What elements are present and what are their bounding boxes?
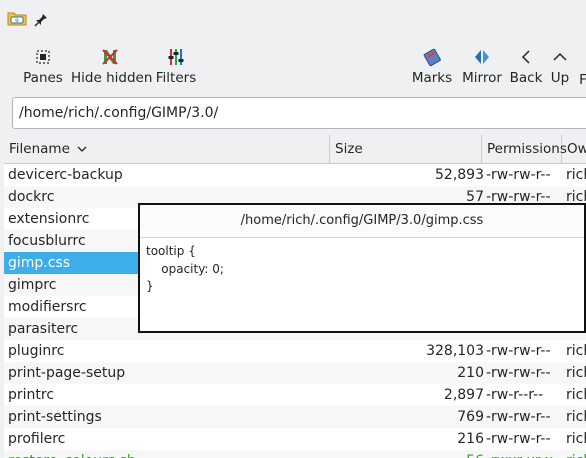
toolbar: Panes Hide hidden Filters Marks Mirror B… (0, 42, 586, 90)
table-row[interactable]: pluginrc 328,103 -rw-rw-r-- rich (4, 340, 586, 362)
file-permissions: -rw-rw-r-- (486, 365, 551, 381)
mirror-button[interactable]: Mirror (459, 42, 505, 88)
marks-label: Marks (411, 70, 453, 86)
file-name: parasiterc (8, 321, 79, 337)
column-header-owner-label: Ow (567, 141, 586, 157)
file-name: print-page-setup (8, 365, 126, 381)
up-button[interactable]: Up (547, 42, 573, 88)
back-button[interactable]: Back (509, 42, 543, 88)
file-permissions: -rw-r--r-- (486, 387, 544, 403)
file-preview-tooltip: /home/rich/.config/GIMP/3.0/gimp.css too… (138, 203, 586, 333)
mirror-label: Mirror (462, 70, 502, 86)
file-size: 210 (457, 365, 484, 381)
file-size: 216 (457, 431, 484, 447)
file-permissions: -rw-rw-r-- (486, 409, 551, 425)
file-name: gimp.css (8, 255, 71, 271)
file-owner: rich (566, 409, 586, 425)
file-permissions: -rw-rw-r-- (486, 343, 551, 359)
column-header-size-label: Size (335, 141, 363, 157)
file-name: print-settings (8, 409, 102, 425)
location-bar[interactable]: /home/rich/.config/GIMP/3.0/ (12, 97, 586, 129)
hide-hidden-label: Hide hidden (71, 70, 153, 86)
file-size: 56 (344, 450, 484, 458)
file-size: 769 (457, 409, 484, 425)
file-name: pluginrc (8, 343, 65, 359)
file-owner: rich (566, 365, 586, 381)
column-header-permissions-label: Permissions (487, 141, 567, 157)
file-name: focusblurrc (8, 233, 86, 249)
panes-button[interactable]: Panes (20, 42, 66, 88)
mirror-icon (475, 50, 489, 64)
file-permissions: -rw-rw-r-- (486, 431, 551, 447)
file-owner: rich (566, 387, 586, 403)
column-header-permissions[interactable]: Permissions (482, 135, 567, 163)
file-size: 328,103 (426, 343, 484, 359)
tooltip-line: tooltip { (146, 244, 196, 258)
table-row[interactable]: profilerc 216 -rw-rw-r-- rich (4, 428, 586, 450)
file-owner: rich (566, 431, 586, 447)
up-label: Up (550, 70, 570, 86)
title-bar: e (0, 0, 586, 42)
file-size: 2,897 (443, 387, 484, 403)
tooltip-content: tooltip { opacity: 0; } (146, 243, 224, 296)
file-name: modifiersrc (8, 299, 87, 315)
pin-icon[interactable] (34, 13, 48, 27)
filters-label: Filters (155, 70, 197, 86)
location-input[interactable]: /home/rich/.config/GIMP/3.0/ (19, 98, 218, 128)
forward-button[interactable]: F (577, 42, 586, 88)
file-name: restore_colours.sh (8, 450, 136, 458)
column-header-row: Filename Size Permissions Ow (4, 135, 586, 164)
sort-chevron-down-icon (77, 146, 87, 152)
file-name: gimprc (8, 277, 57, 293)
hide-hidden-icon (102, 49, 118, 65)
file-permissions: -rw-rw-r-- (486, 167, 551, 183)
column-header-size[interactable]: Size (330, 135, 482, 163)
tooltip-line: } (146, 279, 154, 293)
marks-icon (423, 48, 441, 67)
panes-icon (36, 50, 50, 64)
forward-label: F (579, 72, 586, 88)
table-row[interactable]: devicerc-backup 52,893 -rw-rw-r-- rich (4, 164, 586, 186)
filters-button[interactable]: Filters (154, 42, 198, 88)
column-header-filename[interactable]: Filename (4, 135, 330, 163)
file-name: devicerc-backup (8, 167, 123, 183)
column-header-filename-label: Filename (9, 141, 70, 157)
column-header-owner[interactable]: Ow (562, 135, 586, 163)
file-name: dockrc (8, 189, 55, 205)
back-arrow-icon (521, 50, 530, 64)
table-row[interactable]: restore_colours.sh 56 -rwxr-xr-x rich (4, 450, 586, 458)
file-name: profilerc (8, 431, 66, 447)
table-row[interactable]: print-page-setup 210 -rw-rw-r-- rich (4, 362, 586, 384)
file-name: extensionrc (8, 211, 90, 227)
file-owner: rich (566, 167, 586, 183)
folder-app-icon[interactable]: e (7, 10, 27, 26)
filters-icon (168, 49, 184, 65)
file-size: 52,893 (435, 167, 484, 183)
hide-hidden-button[interactable]: Hide hidden (71, 42, 153, 88)
table-row[interactable]: printrc 2,897 -rw-r--r-- rich (4, 384, 586, 406)
marks-button[interactable]: Marks (410, 42, 454, 88)
tooltip-line: opacity: 0; (146, 261, 224, 276)
tooltip-title: /home/rich/.config/GIMP/3.0/gimp.css (140, 205, 584, 238)
back-label: Back (509, 70, 543, 86)
file-permissions: -rwxr-xr-x (486, 450, 553, 458)
svg-text:e: e (15, 17, 19, 24)
file-name: printrc (8, 387, 55, 403)
panes-label: Panes (23, 70, 63, 86)
file-owner: rich (566, 450, 586, 458)
file-owner: rich (566, 343, 586, 359)
table-row[interactable]: print-settings 769 -rw-rw-r-- rich (4, 406, 586, 428)
up-arrow-icon (553, 52, 567, 61)
file-manager-window: e Panes Hide hidden Filters Marks Mirror… (0, 0, 586, 458)
